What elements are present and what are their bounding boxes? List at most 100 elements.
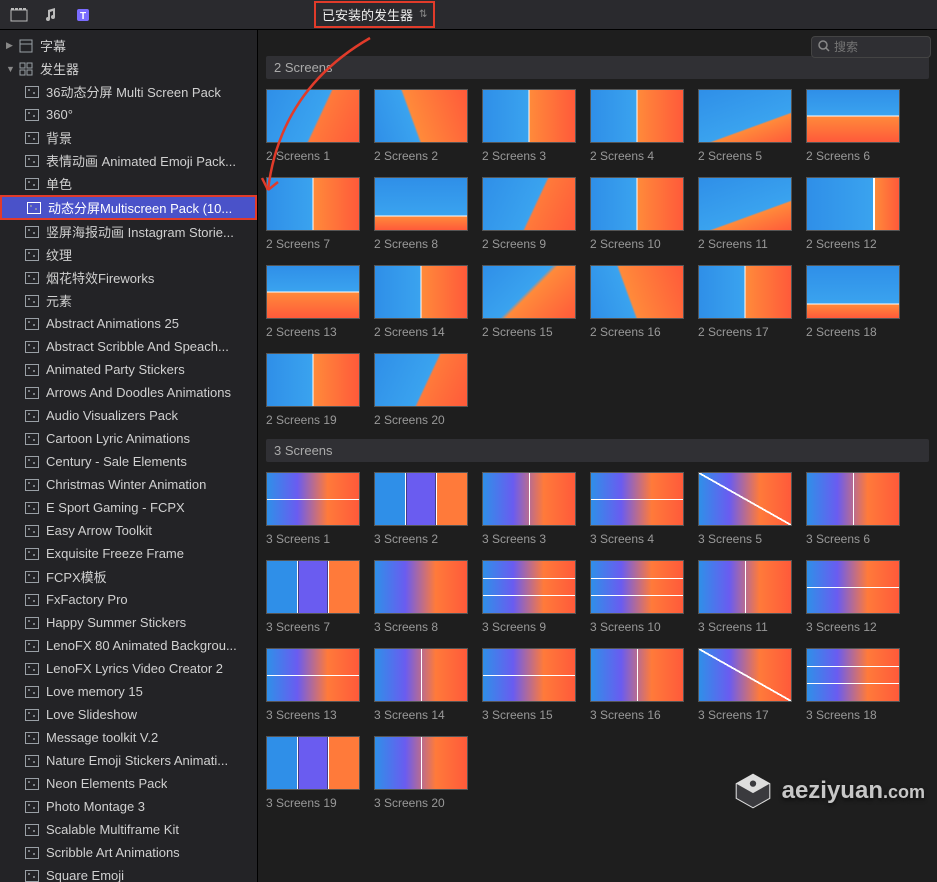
- generator-thumbnail[interactable]: 2 Screens 7: [266, 177, 360, 251]
- sidebar-item[interactable]: Nature Emoji Stickers Animati...: [0, 749, 257, 772]
- thumbnail-preview: [698, 89, 792, 143]
- generator-thumbnail[interactable]: 2 Screens 16: [590, 265, 684, 339]
- sidebar-item[interactable]: FxFactory Pro: [0, 588, 257, 611]
- generator-thumbnail[interactable]: 3 Screens 16: [590, 648, 684, 722]
- sidebar-item[interactable]: Abstract Animations 25: [0, 312, 257, 335]
- generator-thumbnail[interactable]: 2 Screens 5: [698, 89, 792, 163]
- audio-browser-icon[interactable]: [40, 4, 62, 26]
- sidebar-item[interactable]: 烟花特效Fireworks: [0, 266, 257, 289]
- sidebar-item-label: FxFactory Pro: [46, 592, 128, 607]
- sidebar-item[interactable]: Cartoon Lyric Animations: [0, 427, 257, 450]
- generator-thumbnail[interactable]: 2 Screens 15: [482, 265, 576, 339]
- generator-thumbnail[interactable]: 3 Screens 8: [374, 560, 468, 634]
- generator-thumbnail[interactable]: 2 Screens 18: [806, 265, 900, 339]
- generator-thumbnail[interactable]: 3 Screens 9: [482, 560, 576, 634]
- generator-thumbnail[interactable]: 3 Screens 19: [266, 736, 360, 810]
- search-input[interactable]: [834, 40, 914, 54]
- chevron-updown-icon: ⇅: [419, 9, 427, 20]
- sidebar-category-字幕[interactable]: ▶字幕: [0, 34, 257, 57]
- content-grid: 2 Screens2 Screens 12 Screens 22 Screens…: [258, 30, 937, 882]
- sidebar-item[interactable]: Animated Party Stickers: [0, 358, 257, 381]
- generators-browser-icon[interactable]: T: [72, 4, 94, 26]
- installed-generators-dropdown[interactable]: 已安装的发生器 ⇅: [314, 1, 435, 28]
- generator-thumbnail[interactable]: 2 Screens 9: [482, 177, 576, 251]
- sidebar-item[interactable]: Abstract Scribble And Speach...: [0, 335, 257, 358]
- titles-browser-icon[interactable]: [8, 4, 30, 26]
- generator-thumbnail[interactable]: 2 Screens 13: [266, 265, 360, 339]
- generator-thumbnail[interactable]: 3 Screens 6: [806, 472, 900, 546]
- generator-thumbnail[interactable]: 3 Screens 15: [482, 648, 576, 722]
- thumbnail-label: 2 Screens 18: [806, 325, 900, 339]
- sidebar-item[interactable]: Love memory 15: [0, 680, 257, 703]
- generator-thumbnail[interactable]: 3 Screens 10: [590, 560, 684, 634]
- generator-thumbnail[interactable]: 3 Screens 7: [266, 560, 360, 634]
- sidebar-item[interactable]: 单色: [0, 172, 257, 195]
- sidebar-item[interactable]: Love Slideshow: [0, 703, 257, 726]
- generator-thumbnail[interactable]: 2 Screens 12: [806, 177, 900, 251]
- disclosure-triangle-icon[interactable]: ▶: [6, 40, 18, 51]
- generator-thumbnail[interactable]: 2 Screens 8: [374, 177, 468, 251]
- sidebar-item[interactable]: Arrows And Doodles Animations: [0, 381, 257, 404]
- generator-thumbnail[interactable]: 3 Screens 13: [266, 648, 360, 722]
- generator-thumbnail[interactable]: 3 Screens 4: [590, 472, 684, 546]
- generator-thumbnail[interactable]: 3 Screens 1: [266, 472, 360, 546]
- sidebar: ▶字幕▼发生器36动态分屏 Multi Screen Pack360° 背景表情动…: [0, 30, 258, 882]
- sidebar-item[interactable]: 动态分屏Multiscreen Pack (10...: [0, 195, 257, 220]
- generator-thumbnail[interactable]: 2 Screens 2: [374, 89, 468, 163]
- generator-thumbnail[interactable]: 3 Screens 14: [374, 648, 468, 722]
- sidebar-item[interactable]: Happy Summer Stickers: [0, 611, 257, 634]
- sidebar-category-发生器[interactable]: ▼发生器: [0, 57, 257, 80]
- disclosure-triangle-icon[interactable]: ▼: [6, 64, 18, 74]
- sidebar-item[interactable]: 背景: [0, 126, 257, 149]
- generator-thumbnail[interactable]: 2 Screens 1: [266, 89, 360, 163]
- sidebar-item[interactable]: FCPX模板: [0, 565, 257, 588]
- generator-thumbnail[interactable]: 2 Screens 14: [374, 265, 468, 339]
- thumbnail-preview: [374, 736, 468, 790]
- sidebar-item[interactable]: Neon Elements Pack: [0, 772, 257, 795]
- sidebar-item[interactable]: Photo Montage 3: [0, 795, 257, 818]
- generator-thumbnail[interactable]: 3 Screens 11: [698, 560, 792, 634]
- sidebar-item-label: FCPX模板: [46, 567, 107, 586]
- sidebar-item[interactable]: 元素: [0, 289, 257, 312]
- sidebar-item[interactable]: Square Emoji: [0, 864, 257, 882]
- generator-thumbnail[interactable]: 2 Screens 11: [698, 177, 792, 251]
- generator-thumbnail[interactable]: 2 Screens 19: [266, 353, 360, 427]
- sidebar-item-label: 背景: [46, 128, 72, 147]
- sidebar-item[interactable]: Century - Sale Elements: [0, 450, 257, 473]
- sidebar-item[interactable]: Scalable Multiframe Kit: [0, 818, 257, 841]
- sidebar-item[interactable]: 36动态分屏 Multi Screen Pack: [0, 80, 257, 103]
- generator-thumbnail[interactable]: 2 Screens 3: [482, 89, 576, 163]
- sidebar-item[interactable]: 360°: [0, 103, 257, 126]
- generator-thumbnail[interactable]: 2 Screens 17: [698, 265, 792, 339]
- sidebar-item[interactable]: Scribble Art Animations: [0, 841, 257, 864]
- sidebar-item[interactable]: LenoFX 80 Animated Backgrou...: [0, 634, 257, 657]
- generator-thumbnail[interactable]: 2 Screens 10: [590, 177, 684, 251]
- generator-thumbnail[interactable]: 3 Screens 5: [698, 472, 792, 546]
- generator-thumbnail[interactable]: 2 Screens 4: [590, 89, 684, 163]
- sidebar-item[interactable]: Message toolkit V.2: [0, 726, 257, 749]
- thumbnail-preview: [266, 177, 360, 231]
- sidebar-item-label: Nature Emoji Stickers Animati...: [46, 753, 228, 768]
- generator-thumbnail[interactable]: 3 Screens 12: [806, 560, 900, 634]
- generator-thumbnail[interactable]: 3 Screens 2: [374, 472, 468, 546]
- generator-thumbnail[interactable]: 3 Screens 20: [374, 736, 468, 810]
- generator-thumbnail[interactable]: 2 Screens 6: [806, 89, 900, 163]
- search-field[interactable]: [811, 36, 931, 58]
- sidebar-item[interactable]: LenoFX Lyrics Video Creator 2: [0, 657, 257, 680]
- sidebar-item[interactable]: E Sport Gaming - FCPX: [0, 496, 257, 519]
- sidebar-item[interactable]: Exquisite Freeze Frame: [0, 542, 257, 565]
- generator-thumbnail[interactable]: 2 Screens 20: [374, 353, 468, 427]
- sidebar-item[interactable]: 竖屏海报动画 Instagram Storie...: [0, 220, 257, 243]
- sidebar-item[interactable]: 纹理: [0, 243, 257, 266]
- generator-thumbnail[interactable]: 3 Screens 17: [698, 648, 792, 722]
- sidebar-item[interactable]: Easy Arrow Toolkit: [0, 519, 257, 542]
- generator-thumbnail[interactable]: 3 Screens 18: [806, 648, 900, 722]
- sidebar-item[interactable]: Christmas Winter Animation: [0, 473, 257, 496]
- sidebar-item[interactable]: Audio Visualizers Pack: [0, 404, 257, 427]
- thumbnail-preview: [374, 560, 468, 614]
- thumbnail-preview: [482, 560, 576, 614]
- thumbnail-label: 3 Screens 8: [374, 620, 468, 634]
- sidebar-item[interactable]: 表情动画 Animated Emoji Pack...: [0, 149, 257, 172]
- generator-thumbnail[interactable]: 3 Screens 3: [482, 472, 576, 546]
- thumbnail-label: 2 Screens 7: [266, 237, 360, 251]
